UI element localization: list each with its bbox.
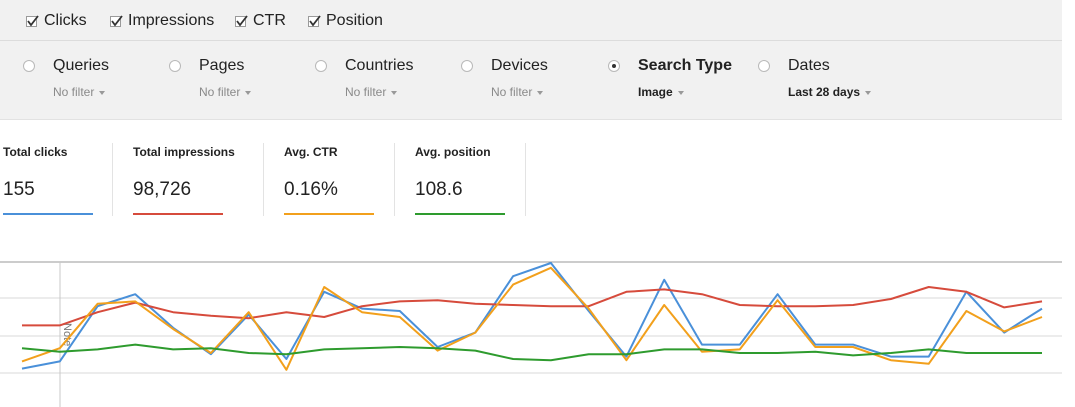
ctr-toggle-label: CTR xyxy=(253,12,286,29)
impressions-toggle[interactable]: Impressions xyxy=(110,11,214,31)
caret-down-icon xyxy=(537,90,544,95)
position-toggle-label: Position xyxy=(326,12,383,29)
caret-down-icon xyxy=(99,90,106,95)
queries-filter-value: No filter xyxy=(53,85,95,99)
devices-filter-dropdown[interactable]: No filter xyxy=(491,85,544,99)
radio-button[interactable] xyxy=(461,60,473,72)
avg-position-title: Avg. position xyxy=(415,145,491,159)
radio-button[interactable] xyxy=(23,60,35,72)
clicks-toggle[interactable]: Clicks xyxy=(26,11,87,31)
devices-label: Devices xyxy=(491,57,548,74)
card-divider xyxy=(263,143,264,216)
clicks-color-bar xyxy=(3,213,93,215)
dimension-filter-bar: Queries No filter Pages No filter Countr… xyxy=(0,41,1062,120)
checkbox-icon[interactable] xyxy=(308,14,321,27)
card-divider xyxy=(525,143,526,216)
dates-filter-dropdown[interactable]: Last 28 days xyxy=(788,85,872,99)
checkbox-icon[interactable] xyxy=(26,14,39,27)
checkbox-icon[interactable] xyxy=(235,14,248,27)
performance-line-chart: Note xyxy=(0,261,1062,407)
devices-filter-value: No filter xyxy=(491,85,533,99)
checkbox-icon[interactable] xyxy=(110,14,123,27)
avg-ctr-value: 0.16% xyxy=(284,179,338,200)
queries-filter-dropdown[interactable]: No filter xyxy=(53,85,106,99)
impressions-toggle-label: Impressions xyxy=(128,12,215,29)
caret-down-icon xyxy=(245,90,252,95)
search-type-filter-dropdown[interactable]: Image xyxy=(638,85,684,99)
total-impressions-value: 98,726 xyxy=(133,179,192,200)
countries-filter-value: No filter xyxy=(345,85,387,99)
radio-button[interactable] xyxy=(169,60,181,72)
ctr-color-bar xyxy=(284,213,374,215)
radio-button-selected[interactable] xyxy=(608,60,620,72)
caret-down-icon xyxy=(865,90,872,95)
radio-button[interactable] xyxy=(758,60,770,72)
pages-label: Pages xyxy=(199,57,245,74)
card-divider xyxy=(112,143,113,216)
caret-down-icon xyxy=(677,90,684,95)
metric-toggle-bar: Clicks Impressions CTR Position xyxy=(0,0,1062,41)
dates-label: Dates xyxy=(788,57,830,74)
impressions-color-bar xyxy=(133,213,223,215)
total-impressions-title: Total impressions xyxy=(133,145,235,159)
position-series-line xyxy=(21,343,1042,362)
clicks-toggle-label: Clicks xyxy=(44,12,87,29)
card-divider xyxy=(394,143,395,216)
countries-filter-dropdown[interactable]: No filter xyxy=(345,85,398,99)
search-type-label: Search Type xyxy=(638,57,732,74)
position-toggle[interactable]: Position xyxy=(308,11,383,31)
dates-filter-value: Last 28 days xyxy=(788,85,861,99)
ctr-toggle[interactable]: CTR xyxy=(235,11,286,31)
caret-down-icon xyxy=(391,90,398,95)
search-type-filter-value: Image xyxy=(638,85,673,99)
pages-filter-value: No filter xyxy=(199,85,241,99)
avg-position-value: 108.6 xyxy=(415,179,463,200)
ctr-series-line xyxy=(21,266,1043,371)
total-clicks-title: Total clicks xyxy=(3,145,68,159)
avg-ctr-title: Avg. CTR xyxy=(284,145,338,159)
total-clicks-value: 155 xyxy=(3,179,35,200)
impressions-series-line xyxy=(22,286,1043,327)
position-color-bar xyxy=(415,213,505,215)
radio-button[interactable] xyxy=(315,60,327,72)
pages-filter-dropdown[interactable]: No filter xyxy=(199,85,252,99)
countries-label: Countries xyxy=(345,57,414,74)
queries-label: Queries xyxy=(53,57,110,74)
